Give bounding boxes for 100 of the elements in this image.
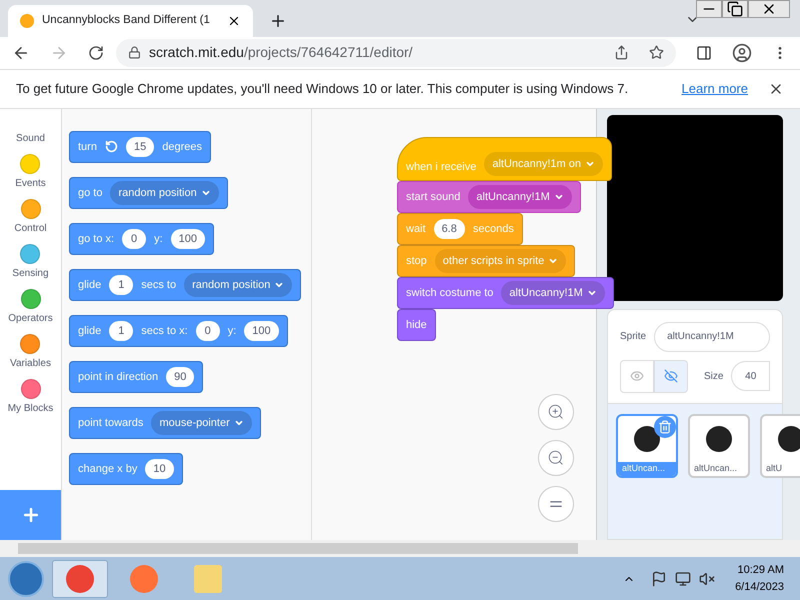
infobar-message: To get future Google Chrome updates, you'll need Windows 10 or later. This computer is using Windows 7.	[16, 80, 628, 98]
block-label: go to	[78, 186, 102, 201]
block-label: seconds	[472, 222, 514, 237]
bookmark-star-icon[interactable]	[649, 45, 664, 60]
size-label: Size	[704, 370, 724, 384]
learn-more-link[interactable]: Learn more	[682, 79, 748, 99]
profile-icon[interactable]	[732, 42, 752, 63]
reload-icon[interactable]	[88, 44, 104, 61]
category-item[interactable]: Variables	[10, 328, 51, 373]
block-label: glide	[78, 324, 102, 339]
category-item[interactable]: Sensing	[12, 238, 49, 283]
number-input[interactable]: 10	[145, 458, 174, 479]
code-block[interactable]: glide 1 secs to random position	[69, 268, 302, 301]
zoom-in-icon[interactable]	[538, 394, 574, 430]
block-label: start sound	[406, 190, 460, 205]
hide-button[interactable]	[654, 360, 688, 393]
block-label: stop	[406, 254, 427, 269]
clock-time: 10:29 AM	[738, 563, 784, 578]
speaker-muted-icon[interactable]	[699, 570, 716, 587]
number-input[interactable]: 100	[170, 228, 205, 249]
sprite-thumbnail	[634, 426, 660, 452]
category-item[interactable]: Operators	[8, 282, 53, 328]
block-label: degrees	[162, 140, 202, 155]
block-dropdown[interactable]: random position	[184, 272, 292, 297]
code-block[interactable]: glide 1 secs to x: 0 y: 100	[69, 314, 288, 347]
number-input[interactable]: 1	[109, 320, 134, 341]
sprite-thumbnail	[706, 426, 732, 452]
block-label: turn	[78, 140, 97, 155]
number-input[interactable]: 90	[166, 366, 194, 387]
number-input[interactable]: 0	[122, 228, 146, 249]
clock-date: 6/14/2023	[735, 580, 784, 595]
horizontal-scrollbar[interactable]	[0, 540, 800, 558]
code-block[interactable]: start sound altUncanny!1M	[397, 180, 581, 213]
close-window-icon[interactable]	[748, 0, 790, 18]
block-label: change x by	[78, 462, 138, 477]
url-host: scratch.mit.edu	[149, 43, 244, 62]
browser-tab[interactable]: Uncannyblocks Band Different (1	[8, 4, 253, 37]
rotate-left-icon	[104, 140, 118, 154]
block-label: wait	[406, 222, 426, 237]
block-dropdown[interactable]: altUncanny!1M	[468, 184, 572, 209]
sprite-name-field[interactable]: altUncanny!1M	[654, 322, 770, 352]
browser-icon	[66, 564, 94, 593]
block-dropdown[interactable]: altUncanny!1M	[501, 280, 605, 305]
block-label: y:	[228, 324, 236, 339]
code-block[interactable]: hide	[397, 308, 436, 341]
network-icon[interactable]	[675, 570, 692, 587]
number-input[interactable]: 1	[109, 274, 134, 295]
restore-icon[interactable]	[722, 0, 748, 18]
tab-title: Uncannyblocks Band Different (1	[42, 13, 211, 28]
code-block[interactable]: point towards mouse-pointer	[69, 406, 261, 439]
start-button[interactable]	[8, 560, 44, 597]
lock-icon	[128, 46, 141, 60]
share-icon[interactable]	[614, 45, 629, 60]
size-field[interactable]: 40	[731, 361, 770, 392]
code-block[interactable]: point in direction 90	[69, 360, 204, 393]
block-label: glide	[78, 278, 102, 293]
add-extension-button[interactable]	[0, 490, 61, 540]
address-bar[interactable]: scratch.mit.edu/projects/764642711/editor/	[116, 38, 676, 67]
sprite-name: altUncan...	[618, 462, 676, 476]
number-input[interactable]: 15	[126, 136, 154, 157]
block-label: point in direction	[78, 370, 158, 385]
zoom-out-icon[interactable]	[538, 440, 574, 476]
folder-icon	[194, 564, 222, 593]
block-label: switch costume to	[406, 286, 494, 301]
minimize-icon[interactable]	[696, 0, 722, 18]
block-label: secs to x:	[141, 324, 188, 339]
block-label: y:	[154, 232, 163, 247]
block-label: secs to	[141, 278, 176, 293]
block-label: point towards	[78, 416, 144, 431]
code-block[interactable]: go to x: 0 y: 100	[69, 222, 214, 255]
code-block[interactable]: turn 15 degrees	[69, 130, 211, 163]
block-label: go to x:	[78, 232, 114, 247]
browser-icon	[130, 564, 158, 593]
code-block[interactable]: go to random position	[69, 176, 228, 209]
sprite-name: altUncan...	[693, 462, 738, 476]
category-item[interactable]: Control	[14, 192, 47, 238]
sprite-thumbnail	[778, 426, 800, 452]
number-input[interactable]: 6.8	[434, 218, 465, 239]
number-input[interactable]: 100	[244, 320, 279, 341]
taskbar-app[interactable]	[52, 560, 108, 598]
number-input[interactable]: 0	[196, 320, 220, 341]
category-item[interactable]: My Blocks	[8, 372, 54, 418]
eye-slash-icon	[664, 369, 678, 384]
site-favicon-icon	[20, 14, 34, 28]
url-path: /projects/764642711/editor/	[244, 43, 413, 62]
block-label: hide	[406, 318, 427, 333]
flag-icon[interactable]	[651, 570, 668, 587]
sprite-tile[interactable]: altUncan...	[688, 414, 750, 478]
category-item[interactable]: Events	[15, 148, 46, 193]
sprite-label: Sprite	[620, 330, 646, 344]
block-label: when i receive	[406, 160, 476, 176]
sprite-tile[interactable]: altU	[760, 414, 800, 478]
code-block[interactable]: switch costume to altUncanny!1M	[397, 276, 614, 309]
category-item[interactable]: Sound	[16, 102, 45, 148]
block-dropdown[interactable]: random position	[110, 180, 219, 205]
block-dropdown[interactable]: mouse-pointer	[151, 410, 252, 435]
delete-icon[interactable]	[654, 416, 676, 438]
code-block[interactable]: wait 6.8 seconds	[397, 212, 523, 245]
code-block[interactable]: change x by 10	[69, 452, 183, 485]
side-panel-icon[interactable]	[696, 44, 712, 61]
